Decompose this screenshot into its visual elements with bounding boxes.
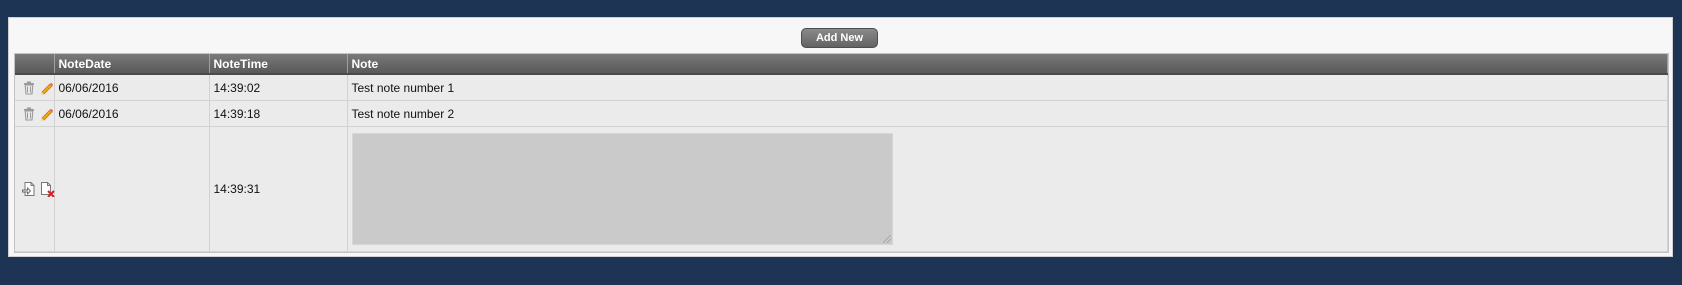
cancel-document-icon[interactable] xyxy=(39,181,55,197)
cell-notetime: 14:39:02 xyxy=(209,74,348,101)
header-row: NoteDate NoteTime Note xyxy=(15,54,1668,75)
cell-notedate: 06/06/2016 xyxy=(54,100,210,127)
row-actions xyxy=(15,100,55,127)
cell-note: Test note number 1 xyxy=(347,74,1668,101)
cell-notetime-edit: 14:39:31 xyxy=(209,126,348,252)
notes-grid: NoteDate NoteTime Note 06/06/2016 14:39:… xyxy=(14,53,1669,253)
column-header-notedate[interactable]: NoteDate xyxy=(54,54,210,75)
column-header-note[interactable]: Note xyxy=(347,54,1668,75)
column-header-actions xyxy=(15,54,55,75)
pencil-icon[interactable] xyxy=(39,80,55,96)
cell-notedate: 06/06/2016 xyxy=(54,74,210,101)
trash-icon[interactable] xyxy=(21,80,37,96)
resize-grip-icon[interactable] xyxy=(882,235,891,243)
column-header-notetime[interactable]: NoteTime xyxy=(209,54,348,75)
notes-table: NoteDate NoteTime Note 06/06/2016 14:39:… xyxy=(15,54,1668,252)
cell-note: Test note number 2 xyxy=(347,100,1668,127)
cell-notetime: 14:39:18 xyxy=(209,100,348,127)
edit-row-actions xyxy=(15,126,55,252)
add-new-button[interactable]: Add New xyxy=(801,28,878,48)
row-actions xyxy=(15,74,55,101)
cell-note-edit xyxy=(347,126,1668,252)
table-row: 06/06/2016 14:39:18 Test note number 2 xyxy=(15,100,1668,127)
note-textarea[interactable] xyxy=(351,133,893,245)
save-document-icon[interactable] xyxy=(21,181,37,197)
trash-icon[interactable] xyxy=(21,106,37,122)
cell-notedate-edit xyxy=(54,126,210,252)
edit-row: 14:39:31 xyxy=(15,126,1668,252)
pencil-icon[interactable] xyxy=(39,106,55,122)
table-row: 06/06/2016 14:39:02 Test note number 1 xyxy=(15,74,1668,101)
